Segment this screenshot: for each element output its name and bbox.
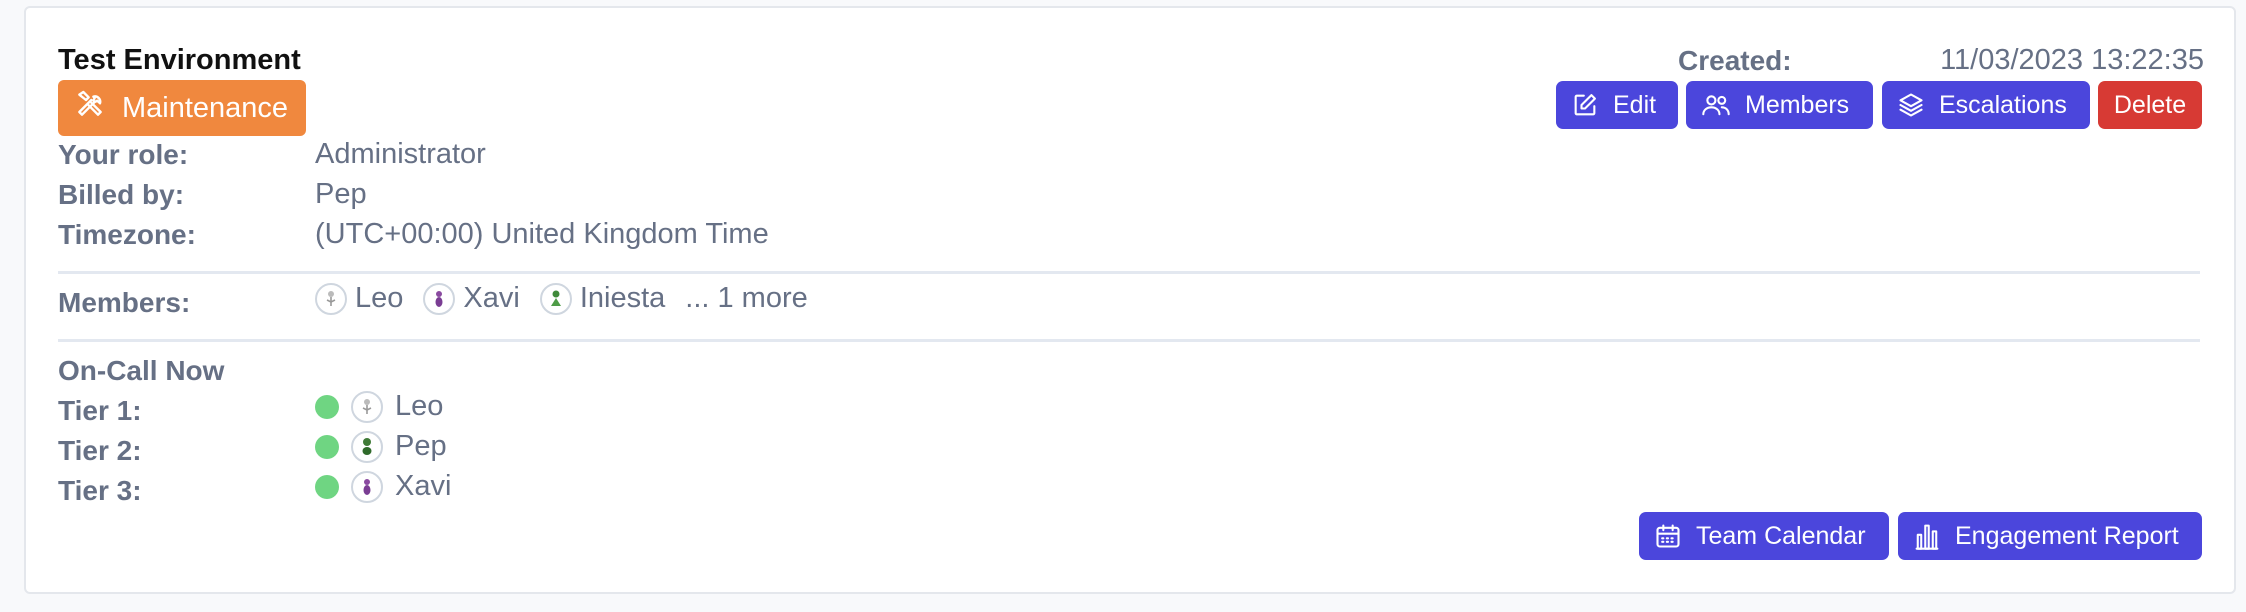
members-label: Members:	[58, 287, 191, 318]
online-status-indicator	[315, 394, 339, 419]
escalations-button[interactable]: Escalations	[1882, 81, 2090, 129]
tier-1-label: Tier 1:	[58, 395, 142, 426]
member-iniesta[interactable]: Iniesta	[539, 282, 666, 315]
escalations-button-label: Escalations	[1939, 90, 2067, 119]
edit-icon	[1574, 94, 1596, 116]
tier-1-name: Leo	[395, 390, 444, 422]
maintenance-badge: Maintenance	[58, 80, 307, 136]
tier-3-member: Xavi	[315, 470, 451, 503]
tier-2-member: Pep	[315, 430, 447, 463]
edit-button[interactable]: Edit	[1556, 81, 1678, 129]
edit-button-label: Edit	[1613, 90, 1657, 119]
avatar	[351, 430, 383, 463]
divider	[58, 339, 2200, 342]
layers-icon	[1899, 93, 1923, 117]
member-leo[interactable]: Leo	[315, 282, 403, 315]
member-name: Leo	[355, 282, 404, 314]
members-list: Leo Xavi Iniesta ... 1 more	[315, 282, 808, 315]
calendar-icon	[1656, 524, 1680, 548]
avatar	[315, 282, 347, 315]
team-calendar-label: Team Calendar	[1696, 521, 1866, 550]
billed-by-value: Pep	[315, 178, 367, 210]
billed-by-label: Billed by:	[58, 179, 185, 210]
tier-1-member: Leo	[315, 390, 443, 423]
engagement-report-button[interactable]: Engagement Report	[1898, 512, 2202, 560]
tier-3-label: Tier 3:	[58, 475, 142, 506]
more-members-link[interactable]: ... 1 more	[685, 282, 808, 315]
member-xavi[interactable]: Xavi	[423, 282, 520, 315]
created-value: 11/03/2023 13:22:35	[1940, 44, 2204, 76]
environment-card: Test Environment Maintenance Created: 11…	[24, 6, 2236, 594]
team-calendar-button[interactable]: Team Calendar	[1639, 512, 1889, 560]
members-button[interactable]: Members	[1686, 81, 1873, 129]
tier-2-name: Pep	[395, 430, 447, 462]
members-button-label: Members	[1745, 90, 1850, 119]
avatar	[539, 282, 572, 315]
member-name: Xavi	[463, 282, 520, 314]
divider	[58, 271, 2200, 274]
avatar	[351, 390, 383, 423]
tier-2-label: Tier 2:	[58, 435, 142, 466]
avatar	[423, 282, 456, 315]
bar-chart-icon	[1915, 524, 1939, 550]
role-label: Your role:	[58, 139, 189, 170]
avatar	[351, 470, 383, 503]
tools-icon	[74, 88, 106, 128]
role-value: Administrator	[315, 138, 486, 170]
engagement-report-label: Engagement Report	[1955, 521, 2179, 550]
tier-3-name: Xavi	[395, 470, 452, 502]
on-call-heading: On-Call Now	[58, 355, 225, 386]
created-label: Created:	[1678, 45, 1792, 76]
online-status-indicator	[315, 474, 339, 499]
environment-title: Test Environment	[58, 44, 301, 76]
delete-button[interactable]: Delete	[2098, 81, 2202, 129]
timezone-label: Timezone:	[58, 219, 196, 250]
timezone-value: (UTC+00:00) United Kingdom Time	[315, 218, 769, 250]
member-name: Iniesta	[579, 282, 666, 314]
online-status-indicator	[315, 434, 339, 459]
users-icon	[1702, 95, 1730, 116]
badge-label: Maintenance	[122, 91, 289, 124]
delete-button-label: Delete	[2113, 90, 2187, 119]
